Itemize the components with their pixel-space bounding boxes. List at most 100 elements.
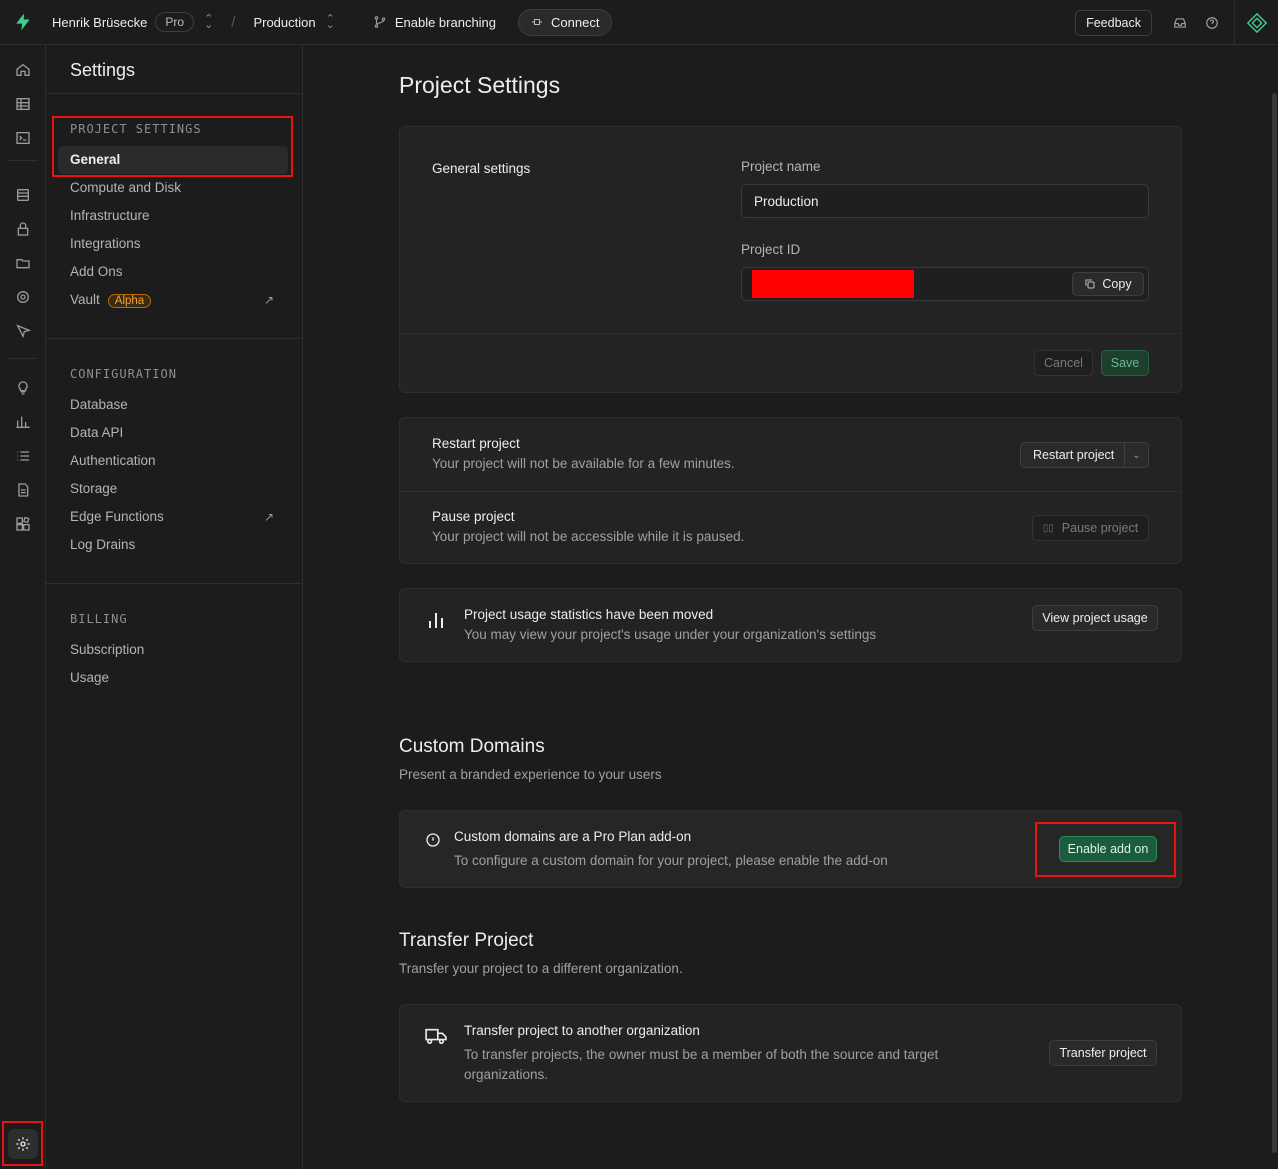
sidebar-item-database[interactable]: Database [70,397,128,412]
custom-domains-title: Custom Domains [399,736,545,757]
settings-highlight-box [2,1121,43,1166]
sidebar-item-usage[interactable]: Usage [70,670,109,685]
transfer-project-subtitle: Transfer your project to a different org… [399,961,683,976]
save-button[interactable]: Save [1101,350,1149,376]
external-link-icon: ↗ [263,293,274,307]
settings-gear-icon[interactable] [7,1128,38,1159]
sidebar-item-subscription[interactable]: Subscription [70,642,144,657]
top-bar: Henrik Brüsecke Pro ⌃ ⌄ / Production ⌃ ⌄ E… [0,0,1278,45]
sidebar-item-authentication[interactable]: Authentication [70,453,156,468]
pause-project-title: Pause project [432,509,515,524]
restart-project-desc: Your project will not be available for a… [432,456,735,471]
transfer-project-button[interactable]: Transfer project [1049,1040,1157,1066]
transfer-project-card: Transfer project to another organization… [399,1004,1182,1102]
api-docs-icon[interactable] [0,473,46,507]
plan-badge: Pro [155,12,195,32]
plug-icon [532,19,543,25]
pause-project-label: Pause project [1061,521,1139,535]
reports-chart-icon[interactable] [0,405,46,439]
project-actions-card: Restart project Your project will not be… [399,417,1182,564]
sidebar-item-infrastructure[interactable]: Infrastructure [70,208,150,223]
redacted-block [752,270,914,298]
breadcrumb-separator: / [231,13,236,31]
cancel-button[interactable]: Cancel [1034,350,1093,376]
edge-functions-icon[interactable] [0,314,46,348]
settings-sidebar: Settings PROJECT SETTINGS General Comput… [46,45,303,1169]
custom-domains-subtitle: Present a branded experience to your use… [399,767,662,782]
sidebar-title: Settings [70,60,136,80]
sidebar-item-edge-functions[interactable]: Edge Functions [70,509,164,524]
vault-label: Vault [70,292,100,307]
branch-icon [374,16,386,28]
project-switcher-chevron-icon[interactable]: ⌃ ⌄ [326,14,335,31]
icon-rail [0,45,46,1169]
custom-domains-card-desc: To configure a custom domain for your pr… [454,853,888,868]
usage-moved-desc: You may view your project's usage under … [464,627,877,642]
enable-branching-button[interactable]: Enable branching [373,15,496,30]
bar-chart-icon [429,613,443,628]
sidebar-item-log-drains[interactable]: Log Drains [70,537,135,552]
group-label-configuration: CONFIGURATION [70,367,177,381]
truck-icon [425,1028,447,1045]
project-name[interactable]: Production [253,15,315,30]
home-icon[interactable] [0,53,46,87]
storage-icon[interactable] [0,246,46,280]
auth-lock-icon[interactable] [0,212,46,246]
org-name[interactable]: Henrik Brüsecke [52,15,147,30]
usage-moved-title: Project usage statistics have been moved [464,607,714,622]
sidebar-item-integrations[interactable]: Integrations [70,236,141,251]
restart-dropdown-chevron-icon[interactable]: ⌄ [1124,443,1148,467]
scrollbar[interactable] [1272,93,1277,1153]
external-link-icon: ↗ [263,510,274,524]
project-name-label: Project name [741,159,821,174]
sidebar-item-vault[interactable]: Vault Alpha [70,292,152,308]
sql-editor-icon[interactable] [0,121,46,155]
restart-project-label: Restart project [1033,448,1115,462]
help-icon[interactable] [1196,0,1228,45]
transfer-project-title: Transfer Project [399,930,534,951]
page-title: Project Settings [399,72,561,98]
sidebar-item-data-api[interactable]: Data API [70,425,123,440]
inbox-icon[interactable] [1164,0,1196,45]
enable-branching-label: Enable branching [394,14,497,30]
org-switcher-chevron-icon[interactable]: ⌃ ⌄ [204,14,213,31]
pause-project-desc: Your project will not be accessible whil… [432,529,745,544]
usage-moved-card: Project usage statistics have been moved… [399,588,1182,662]
custom-domains-card: Custom domains are a Pro Plan add-on To … [399,810,1182,888]
integrations-icon[interactable] [0,507,46,541]
main-content: Project Settings General settings Projec… [303,45,1278,1169]
copy-icon [1085,279,1095,289]
alpha-badge: Alpha [107,294,152,308]
transfer-card-title: Transfer project to another organization [464,1023,700,1038]
user-avatar[interactable] [1234,0,1278,45]
custom-domains-card-title: Custom domains are a Pro Plan add-on [454,829,692,844]
transfer-card-desc-line1: To transfer projects, the owner must be … [464,1047,939,1062]
general-settings-card: General settings Project name Production… [399,126,1182,393]
restart-project-button[interactable]: Restart project ⌄ [1020,442,1149,468]
database-icon[interactable] [0,178,46,212]
logs-list-icon[interactable] [0,439,46,473]
connect-label: Connect [551,14,600,30]
view-project-usage-button[interactable]: View project usage [1032,605,1158,631]
general-settings-heading: General settings [432,161,531,176]
pause-project-button[interactable]: ▯▯ Pause project [1032,515,1149,541]
feedback-button[interactable]: Feedback [1075,9,1152,36]
project-id-label: Project ID [741,242,801,257]
info-icon [426,833,440,847]
advisors-lightbulb-icon[interactable] [0,371,46,405]
sidebar-item-storage[interactable]: Storage [70,481,117,496]
realtime-icon[interactable] [0,280,46,314]
sidebar-item-add-ons[interactable]: Add Ons [70,264,123,279]
restart-project-title: Restart project [432,436,520,451]
enable-add-on-button[interactable]: Enable add on [1059,836,1157,862]
copy-button[interactable]: Copy [1072,272,1144,296]
group-label-billing: BILLING [70,612,128,626]
pause-icon: ▯▯ [1042,522,1054,534]
supabase-logo-icon[interactable] [0,0,46,45]
transfer-card-desc-line2: organizations. [464,1067,549,1082]
table-editor-icon[interactable] [0,87,46,121]
sidebar-item-compute-and-disk[interactable]: Compute and Disk [70,180,181,195]
copy-label: Copy [1102,277,1132,291]
connect-button[interactable]: Connect [518,8,613,36]
project-name-input[interactable]: Production [741,184,1149,218]
